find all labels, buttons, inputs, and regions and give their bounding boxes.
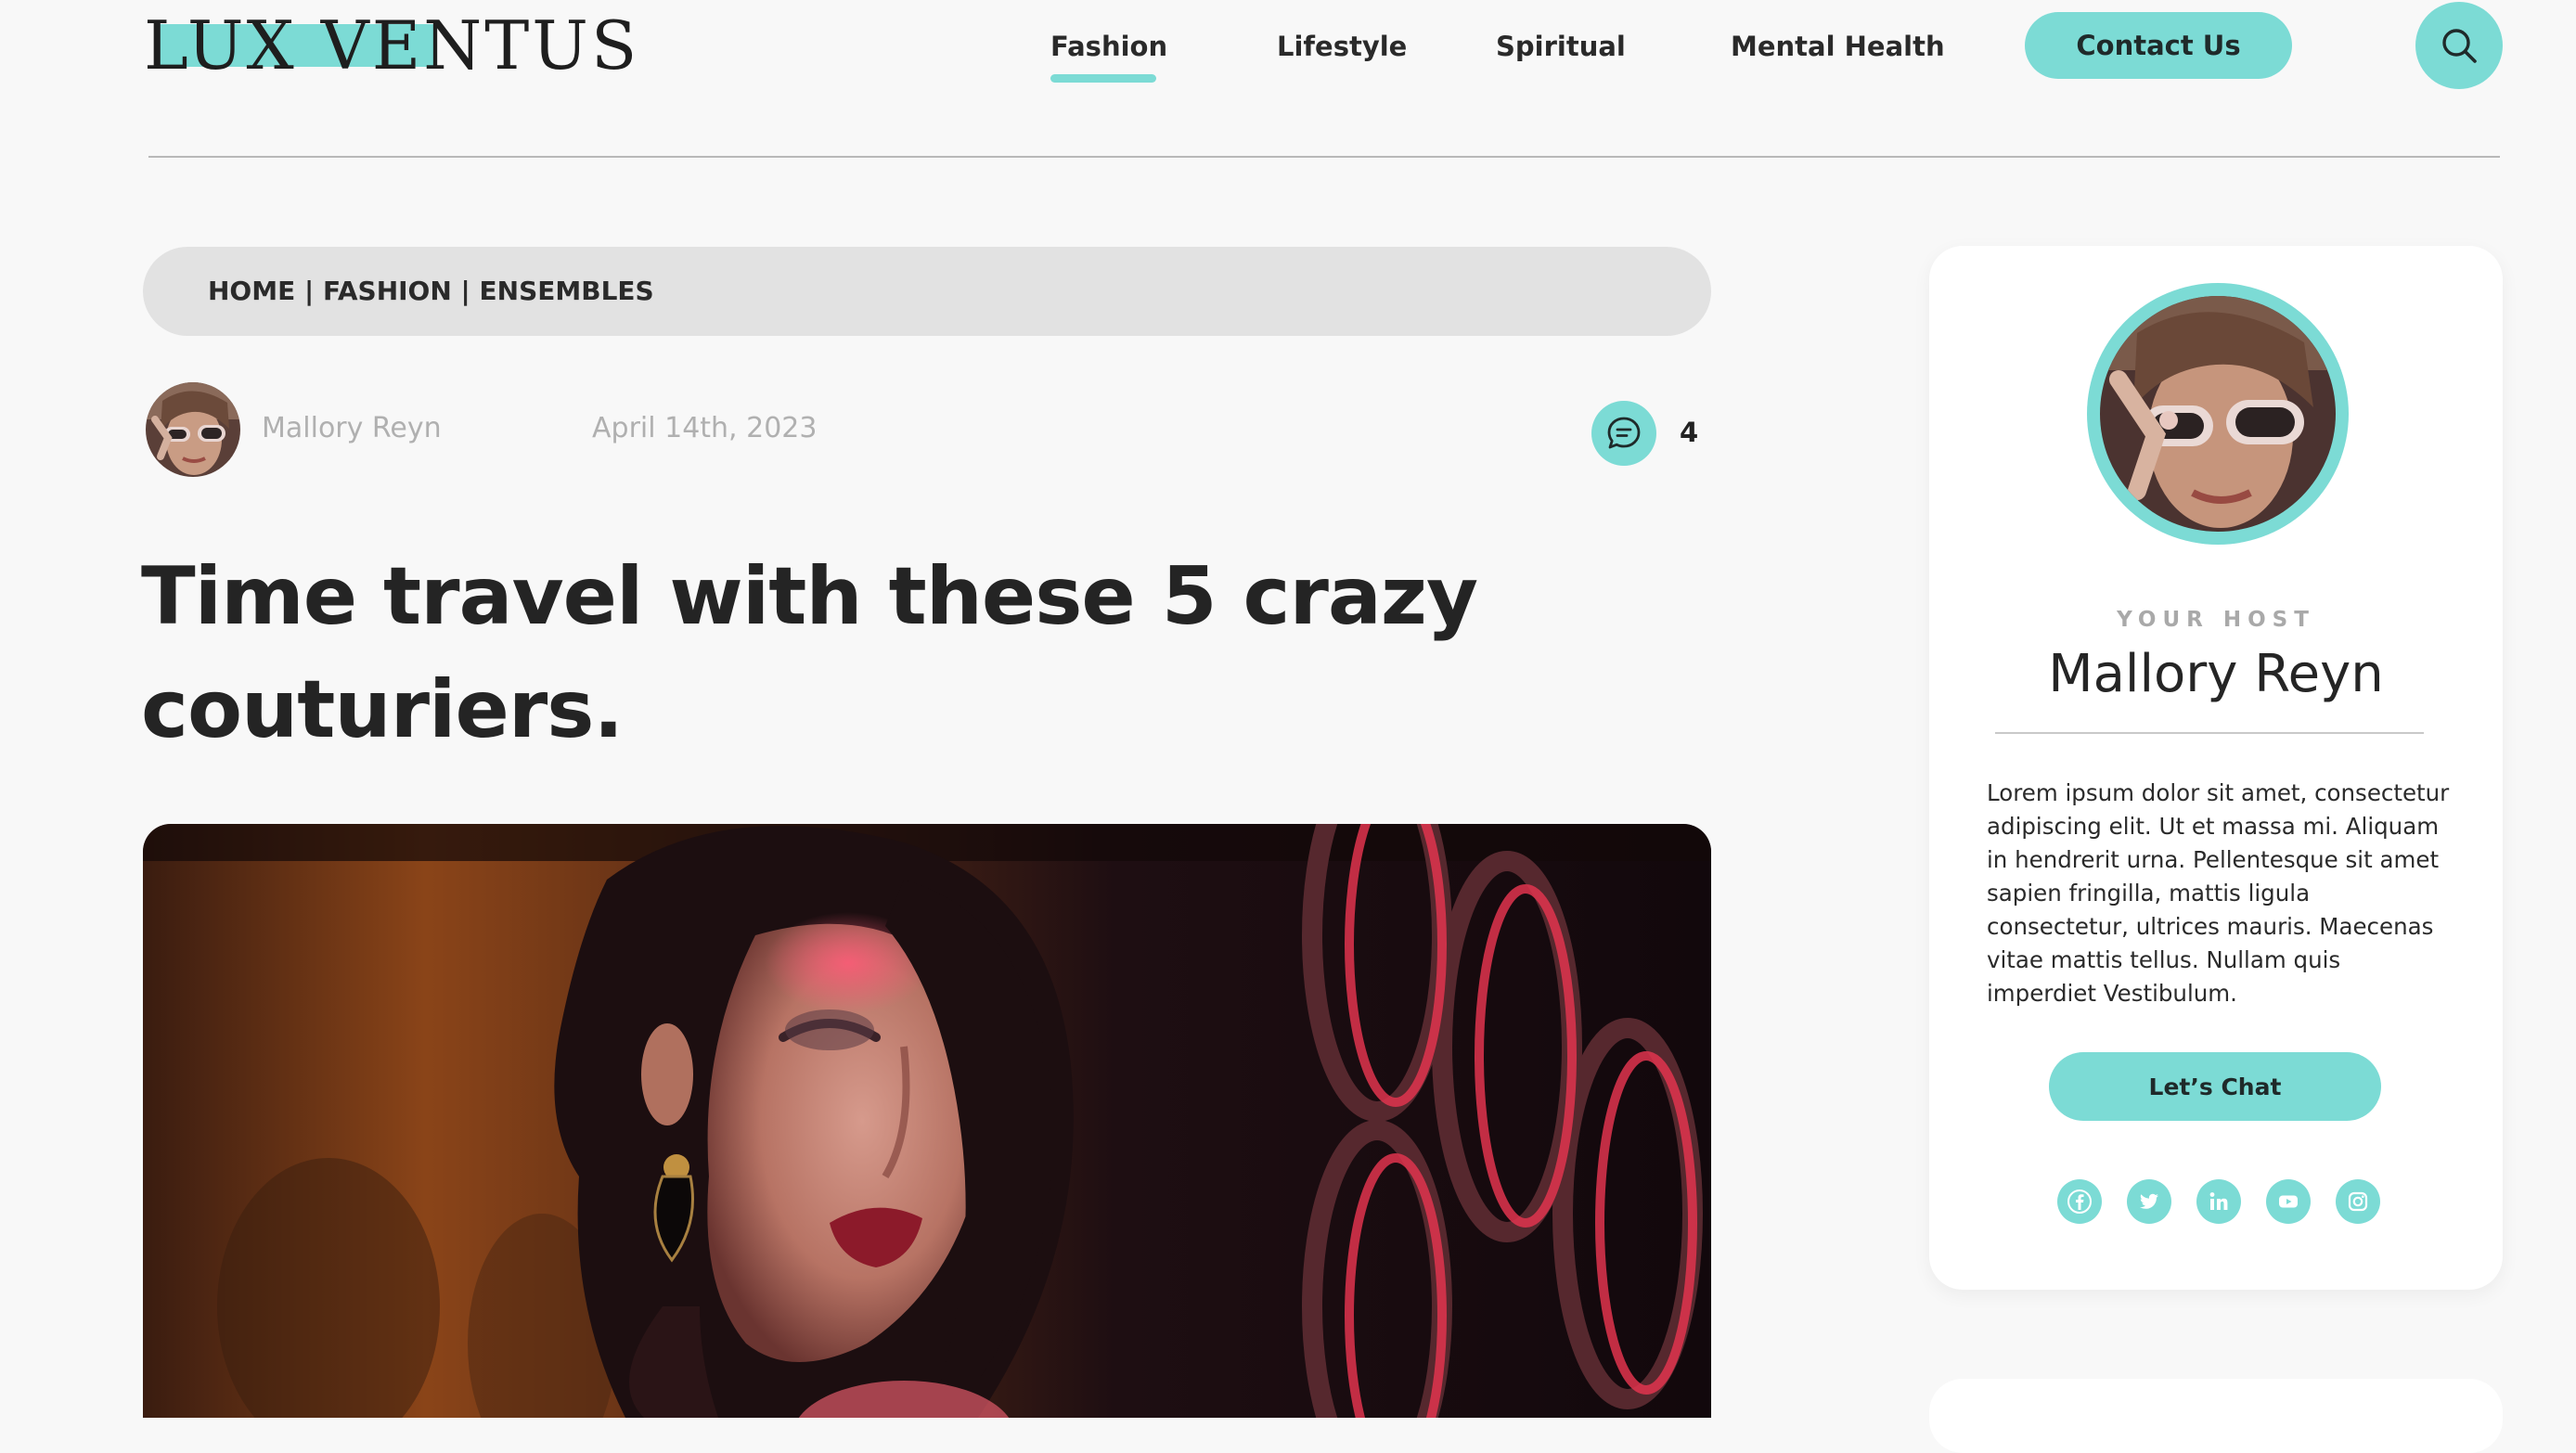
next-sidebar-card xyxy=(1929,1379,2503,1453)
post-title: Time travel with these 5 crazy couturier… xyxy=(141,550,1478,756)
nav-item-spiritual[interactable]: Spiritual xyxy=(1496,28,1626,65)
instagram-link[interactable] xyxy=(2336,1179,2380,1224)
search-icon xyxy=(2442,29,2477,63)
breadcrumb: HOME | FASHION | ENSEMBLES xyxy=(143,247,1711,336)
header-divider xyxy=(148,156,2500,158)
linkedin-icon xyxy=(2209,1192,2228,1210)
search-button[interactable] xyxy=(2415,2,2503,89)
youtube-link[interactable] xyxy=(2266,1179,2311,1224)
post-date: April 14th, 2023 xyxy=(592,412,818,444)
host-bio: Lorem ipsum dolor sit amet, consectetur … xyxy=(1987,779,2450,1007)
facebook-link[interactable] xyxy=(2057,1179,2102,1224)
twitter-icon xyxy=(2140,1193,2158,1209)
host-divider xyxy=(1995,732,2424,734)
host-card: YOUR HOST Mallory Reyn Lorem ipsum dolor… xyxy=(1929,246,2503,1290)
host-eyebrow: YOUR HOST xyxy=(2117,608,2315,632)
nav-active-indicator xyxy=(1050,74,1156,83)
site-logo[interactable]: LUX VENTUS xyxy=(144,6,639,85)
nav-item-fashion[interactable]: Fashion xyxy=(1050,28,1167,65)
nav-item-mental-health[interactable]: Mental Health xyxy=(1731,28,1945,65)
comment-count: 4 xyxy=(1680,417,1699,448)
comments-button[interactable] xyxy=(1591,401,1656,466)
linkedin-link[interactable] xyxy=(2196,1179,2241,1224)
nav-item-lifestyle[interactable]: Lifestyle xyxy=(1277,28,1407,65)
twitter-link[interactable] xyxy=(2127,1179,2171,1224)
comment-icon xyxy=(1607,417,1641,449)
facebook-icon xyxy=(2067,1189,2092,1214)
instagram-icon xyxy=(2348,1191,2368,1212)
host-avatar[interactable] xyxy=(2100,296,2336,532)
hero-image xyxy=(143,824,1711,1418)
contact-us-button[interactable]: Contact Us xyxy=(2025,12,2292,79)
youtube-icon xyxy=(2279,1195,2298,1208)
lets-chat-button[interactable]: Let’s Chat xyxy=(2049,1052,2381,1121)
author-name[interactable]: Mallory Reyn xyxy=(262,410,442,447)
author-avatar[interactable] xyxy=(146,382,240,477)
host-name: Mallory Reyn xyxy=(2048,644,2384,704)
host-avatar-ring xyxy=(2087,283,2349,545)
breadcrumb-trail[interactable]: HOME | FASHION | ENSEMBLES xyxy=(208,273,654,310)
